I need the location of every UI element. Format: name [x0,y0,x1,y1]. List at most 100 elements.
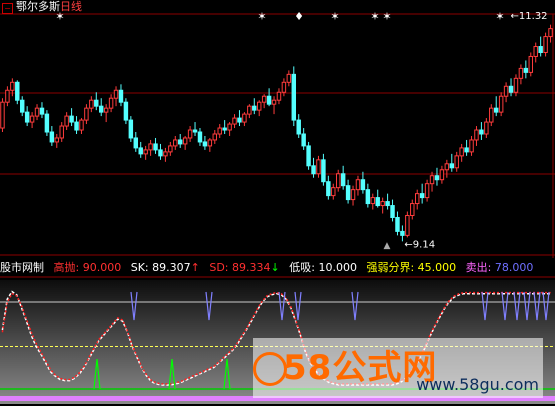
candle-body [380,201,385,207]
signal-star-marker: ✶ [382,10,391,23]
candle-body [469,139,474,153]
candle-body [247,105,252,115]
candle-body [296,119,301,135]
candle-body [143,149,148,155]
candle-body [94,99,99,107]
candle-body [479,129,484,135]
candle-body [286,73,292,83]
candle-body [429,175,435,185]
candle-body [44,113,50,133]
candle-body [252,105,257,111]
candle-body [261,95,267,103]
candle-body [5,89,10,103]
high-throw-value: 90.000 [82,261,122,274]
candle-body [360,179,366,191]
candle-body [390,205,395,218]
candle-body [414,193,420,205]
brand-logo-icon [253,352,287,386]
candle-body [493,107,499,113]
candle-body [34,107,40,117]
candle-body [291,73,297,121]
candle-body [528,55,534,73]
candle-body [148,143,153,151]
candle-body [543,36,548,53]
signal-star-marker: ✶ [330,10,339,23]
candle-body [365,189,371,205]
stock-name: 鄂尔多斯 [16,0,60,13]
candle-body [400,230,405,236]
candle-body [424,183,430,199]
candle-body [311,165,316,175]
sd-item: SD: 89.334↓ [209,261,279,274]
sell-label: 卖出: [465,261,492,274]
candle-body [513,77,519,93]
candle-body [118,89,124,103]
candle-body [49,131,55,143]
signal-star-marker: ✶ [257,10,266,23]
candle-body [454,155,459,169]
period-label[interactable]: 日线 [60,0,82,13]
candle-body [508,85,514,93]
collapse-icon[interactable]: − [2,3,13,14]
signal-star-marker: ✶ [370,10,379,23]
candle-body [222,127,227,131]
candle-body [503,85,509,97]
candle-body [232,117,237,125]
candle-body [271,99,277,105]
watermark-url: www.58gu.com [416,375,539,394]
indicator-bar: 股市网制 高抛: 90.000 SK: 89.307↑ SD: 89.334↓ … [0,261,539,275]
candle-body [498,95,504,113]
sd-value: 89.334 [232,261,271,274]
candle-body [301,133,306,147]
candle-body [266,95,272,105]
candle-body [59,125,64,139]
boundary-item: 强弱分界: 45.000 [366,261,456,274]
candle-body [133,137,139,149]
candle-body [370,197,376,205]
candle-body [523,67,529,73]
candle-body [345,185,351,201]
candle-body [10,81,15,91]
candle-body [69,115,74,123]
candle-body [256,101,262,111]
sell-item: 卖出: 78.000 [466,261,534,274]
candle-body [459,147,464,157]
candle-body [548,28,553,38]
candle-body [533,46,538,57]
candle-body [395,216,400,232]
candle-body [518,67,524,79]
candle-body [29,115,35,123]
candle-body [405,214,410,236]
candle-body [182,137,188,145]
candle-body [439,169,445,181]
low-buy-label: 低吸: [289,261,315,274]
sk-value: 89.307 [152,261,191,274]
chart-header: − 鄂尔多斯日线 [0,0,82,14]
watermark: 58公式网 www.58gu.com [253,338,543,398]
candle-body [103,107,109,113]
candle-body [84,107,89,121]
triangle-marker: ▲ [384,241,391,251]
candle-body [163,151,168,157]
low-price-label: ←9.14 [404,239,435,250]
candle-body [197,131,203,143]
candle-body [355,179,361,191]
candle-body [419,193,425,199]
candle-body [306,145,311,167]
candle-body [385,201,390,207]
candle-body [212,133,218,141]
high-throw-label: 高抛: [53,261,80,274]
low-buy-value: 10.000 [318,261,357,274]
candle-body [410,203,415,216]
candle-body [54,137,60,143]
candle-body [227,123,232,131]
candle-body [335,173,341,189]
candle-body [281,81,287,93]
sell-value: 78.000 [494,261,534,274]
candle-body [89,99,94,109]
candle-body [173,139,178,147]
candle-body [474,129,479,141]
candle-body [79,119,84,131]
candle-body [98,105,104,113]
candle-body [217,127,222,135]
